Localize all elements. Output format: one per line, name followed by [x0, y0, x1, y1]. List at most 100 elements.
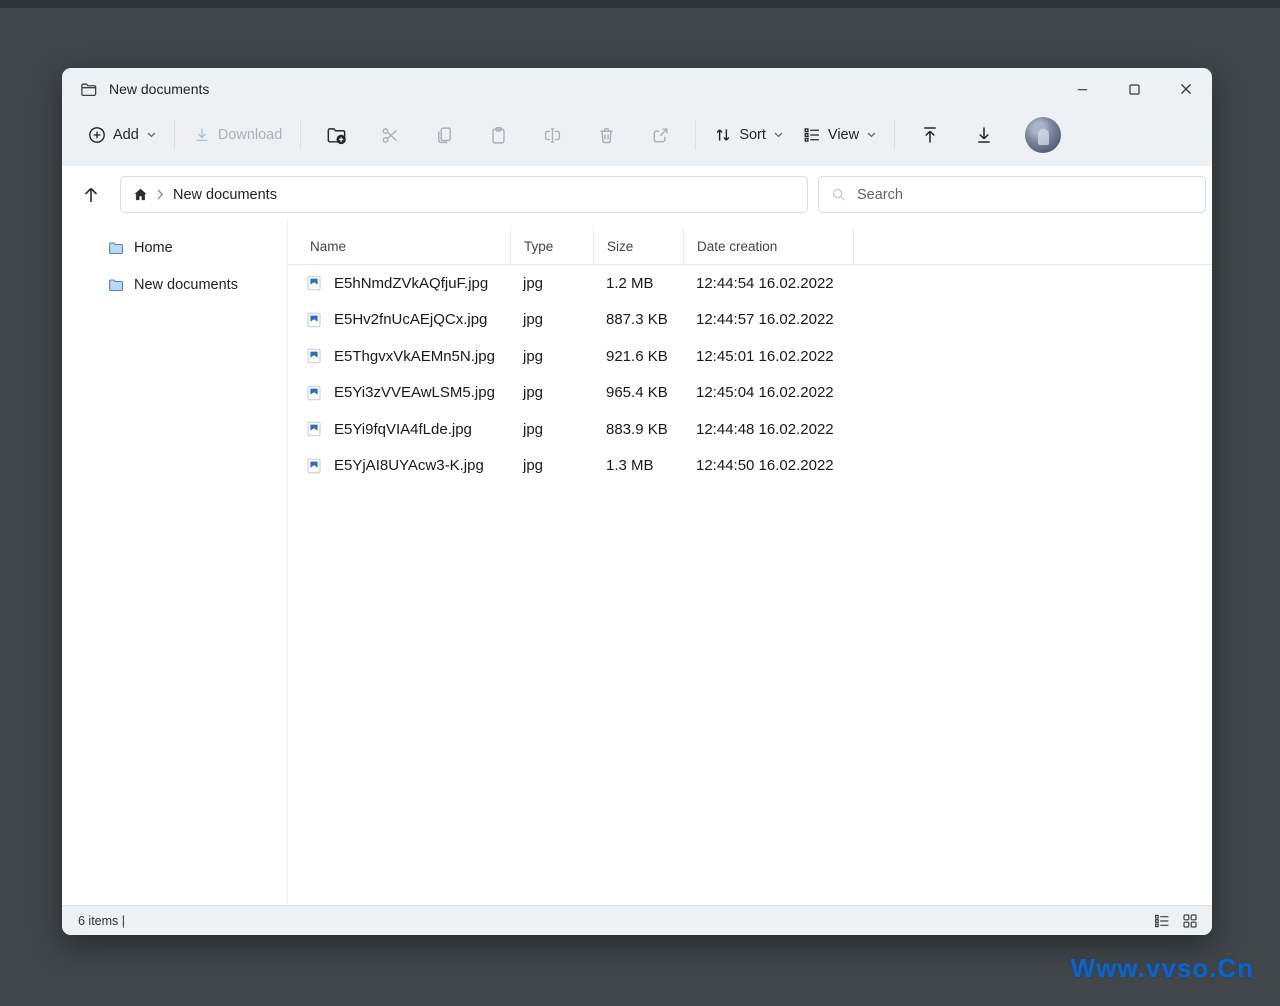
breadcrumb[interactable]: New documents [120, 176, 808, 213]
sidebar-item[interactable]: New documents [108, 270, 238, 300]
share-button[interactable] [640, 116, 680, 154]
file-name: E5YjAI8UYAcw3-K.jpg [334, 457, 484, 474]
file-size: 1.3 MB [593, 457, 683, 474]
upload-icon [920, 125, 940, 145]
file-row[interactable]: E5Hv2fnUcAEjQCx.jpg jpg 887.3 KB 12:44:5… [288, 302, 1212, 339]
toolbar-divider [300, 120, 301, 150]
add-circle-plus-icon [88, 126, 106, 144]
file-date-creation: 12:45:01 16.02.2022 [683, 348, 853, 365]
chevron-down-icon [867, 132, 876, 138]
copy-button[interactable] [424, 116, 464, 154]
status-bar: 6 items | [62, 905, 1212, 935]
cut-scissors-icon [381, 126, 400, 145]
maximize-button[interactable] [1108, 68, 1160, 110]
file-size: 965.4 KB [593, 384, 683, 401]
search-input[interactable] [857, 187, 1193, 203]
view-button-label: View [828, 127, 859, 143]
file-name: E5ThgvxVkAEMn5N.jpg [334, 348, 495, 365]
file-type: jpg [510, 384, 593, 401]
file-size: 887.3 KB [593, 311, 683, 328]
new-folder-button[interactable] [316, 116, 356, 154]
close-button[interactable] [1160, 68, 1212, 110]
toolbar: Add Download [62, 110, 1212, 166]
file-date-creation: 12:45:04 16.02.2022 [683, 384, 853, 401]
sidebar-item-label: Home [134, 240, 173, 256]
download-button[interactable]: Download [183, 118, 293, 152]
file-table-body: E5hNmdZVkAQfjuF.jpg jpg 1.2 MB 12:44:54 … [288, 265, 1212, 484]
chevron-down-icon [147, 132, 156, 138]
copy-icon [435, 126, 454, 145]
grid-view-button[interactable] [1180, 911, 1200, 931]
file-name: E5hNmdZVkAQfjuF.jpg [334, 275, 488, 292]
paste-clipboard-icon [489, 126, 508, 145]
file-date-creation: 12:44:50 16.02.2022 [683, 457, 853, 474]
delete-button[interactable] [586, 116, 626, 154]
file-row[interactable]: E5Yi9fqVIA4fLde.jpg jpg 883.9 KB 12:44:4… [288, 411, 1212, 448]
file-type: jpg [510, 275, 593, 292]
image-file-icon [306, 421, 322, 437]
user-avatar[interactable] [1025, 117, 1061, 153]
status-view-toggles [1152, 911, 1200, 931]
navigation-row: New documents [62, 166, 1212, 221]
rename-button[interactable] [532, 116, 572, 154]
window-title: New documents [109, 81, 209, 97]
file-type: jpg [510, 457, 593, 474]
chevron-down-icon [774, 132, 783, 138]
image-file-icon [306, 312, 322, 328]
toolbar-divider [695, 120, 696, 150]
paste-button[interactable] [478, 116, 518, 154]
desktop-top-strip [0, 0, 1280, 8]
image-file-icon [306, 458, 322, 474]
sidebar-item[interactable]: Home [108, 233, 173, 263]
file-manager-window: New documents Add [62, 68, 1212, 935]
list-view-button[interactable] [1152, 911, 1172, 931]
image-file-icon [306, 275, 322, 291]
download-button-label: Download [218, 127, 283, 143]
file-date-creation: 12:44:57 16.02.2022 [683, 311, 853, 328]
image-file-icon [306, 348, 322, 364]
window-controls [1056, 68, 1212, 110]
upload-file-button[interactable] [910, 116, 950, 154]
image-file-icon [306, 385, 322, 401]
minimize-button[interactable] [1056, 68, 1108, 110]
home-icon[interactable] [133, 187, 148, 202]
file-name: E5Yi9fqVIA4fLde.jpg [334, 421, 472, 438]
add-button[interactable]: Add [78, 118, 166, 152]
file-type: jpg [510, 311, 593, 328]
delete-trash-icon [597, 126, 616, 145]
file-type: jpg [510, 348, 593, 365]
navigate-up-button[interactable] [62, 185, 120, 205]
column-header-size[interactable]: Size [593, 229, 683, 264]
title-bar: New documents [62, 68, 1212, 110]
sidebar-item-label: New documents [134, 277, 238, 293]
file-row[interactable]: E5YjAI8UYAcw3-K.jpg jpg 1.3 MB 12:44:50 … [288, 448, 1212, 485]
sidebar: Home New documents [62, 221, 288, 905]
table-header: Name Type Size Date creation [288, 229, 1212, 265]
column-header-name[interactable]: Name [288, 229, 510, 264]
file-size: 1.2 MB [593, 275, 683, 292]
file-row[interactable]: E5hNmdZVkAQfjuF.jpg jpg 1.2 MB 12:44:54 … [288, 265, 1212, 302]
file-row[interactable]: E5ThgvxVkAEMn5N.jpg jpg 921.6 KB 12:45:0… [288, 338, 1212, 375]
file-type: jpg [510, 421, 593, 438]
toolbar-divider [894, 120, 895, 150]
view-button[interactable]: View [793, 118, 886, 152]
new-folder-icon [326, 125, 347, 146]
folder-icon [108, 240, 124, 256]
file-size: 883.9 KB [593, 421, 683, 438]
sort-button[interactable]: Sort [704, 118, 793, 152]
file-size: 921.6 KB [593, 348, 683, 365]
file-row[interactable]: E5Yi3zVVEAwLSM5.jpg jpg 965.4 KB 12:45:0… [288, 375, 1212, 412]
view-list-icon [803, 126, 821, 144]
sort-arrows-icon [714, 126, 732, 144]
chevron-right-icon [157, 189, 164, 200]
file-name: E5Yi3zVVEAwLSM5.jpg [334, 384, 495, 401]
breadcrumb-current-folder[interactable]: New documents [173, 187, 277, 203]
cut-button[interactable] [370, 116, 410, 154]
column-header-date-creation[interactable]: Date creation [683, 229, 853, 264]
download-file-button[interactable] [964, 116, 1004, 154]
add-button-label: Add [113, 127, 139, 143]
search-icon [831, 187, 846, 202]
folder-icon [108, 277, 124, 293]
toolbar-divider [174, 120, 175, 150]
column-header-type[interactable]: Type [510, 229, 593, 264]
